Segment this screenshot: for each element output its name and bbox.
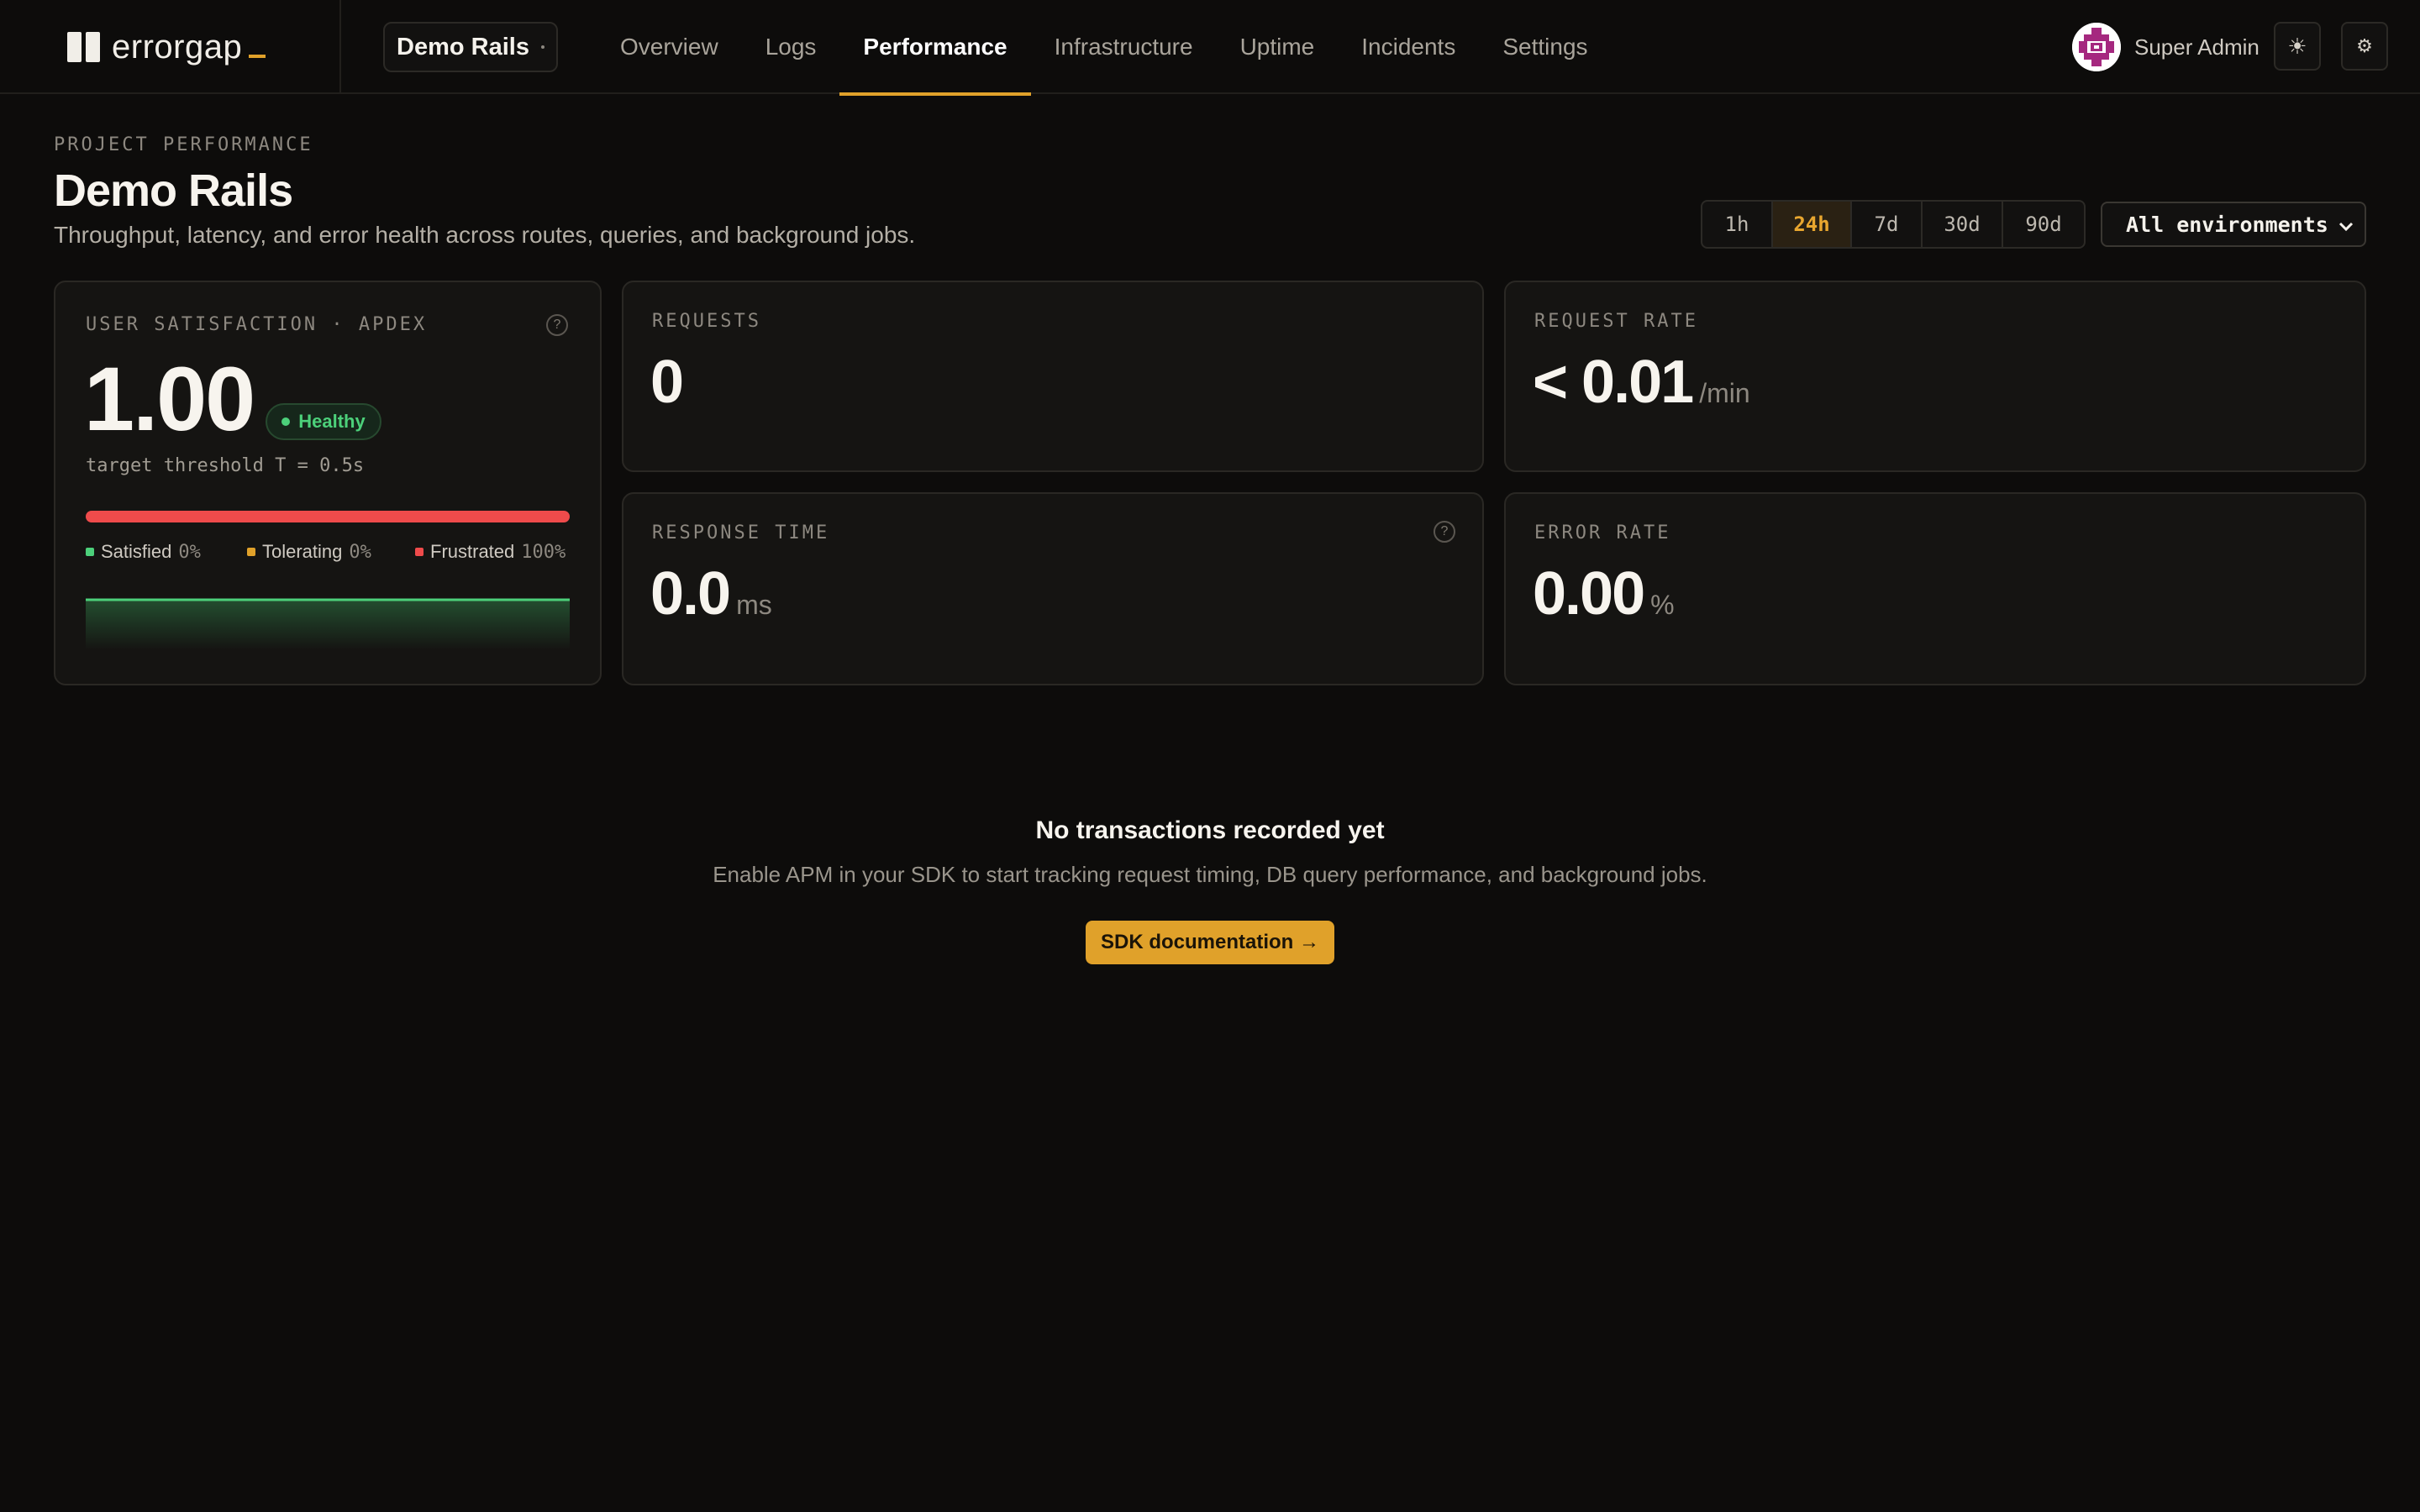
page-eyebrow: PROJECT PERFORMANCE	[54, 134, 313, 155]
gear-icon: ⚙	[2356, 35, 2373, 56]
sun-icon: ☀	[2287, 33, 2307, 59]
error-rate-label: ERROR RATE	[1534, 522, 1671, 543]
status-badge: Healthy	[266, 403, 381, 440]
brand-name: errorgap	[112, 28, 243, 66]
environment-select-value: All environments	[2126, 212, 2328, 237]
error-rate-value: 0.00%	[1533, 559, 1675, 628]
status-badge-label: Healthy	[298, 411, 366, 432]
empty-state-subtitle: Enable APM in your SDK to start tracking…	[713, 862, 1707, 887]
nav-uptime[interactable]: Uptime	[1217, 0, 1339, 94]
legend-frustrated: Frustrated 100%	[415, 541, 566, 563]
help-icon[interactable]: ?	[1434, 521, 1455, 543]
theme-toggle-button[interactable]: ☀	[2274, 22, 2321, 71]
user-name: Super Admin	[2134, 34, 2260, 60]
response-time-label: RESPONSE TIME	[652, 522, 830, 543]
range-90d[interactable]: 90d	[2003, 202, 2084, 247]
range-1h[interactable]: 1h	[1702, 202, 1773, 247]
brand-cursor	[249, 55, 266, 58]
user-menu[interactable]: Super Admin	[2072, 22, 2260, 72]
top-bar: errorgap Demo Rails Overview Logs Perfor…	[0, 0, 2420, 96]
legend-percent: 100%	[521, 541, 566, 563]
legend-percent: 0%	[178, 541, 201, 563]
request-rate-card: REQUEST RATE < 0.01/min	[1504, 281, 2366, 472]
range-7d[interactable]: 7d	[1852, 202, 1923, 247]
legend-tolerating: Tolerating 0%	[247, 541, 371, 563]
apdex-sparkline	[86, 598, 570, 650]
range-24h[interactable]: 24h	[1773, 202, 1852, 247]
settings-button[interactable]: ⚙	[2341, 22, 2388, 71]
status-dot-icon	[281, 417, 291, 426]
chevron-down-icon	[2338, 222, 2354, 232]
error-rate-unit: %	[1650, 590, 1675, 620]
response-time-card: RESPONSE TIME ? 0.0 ms	[622, 492, 1484, 685]
page-title: Demo Rails	[54, 165, 293, 216]
response-time-unit: ms	[736, 590, 772, 620]
apdex-value: 1.00	[84, 348, 255, 449]
nav-infrastructure[interactable]: Infrastructure	[1031, 0, 1217, 94]
time-range-selector: 1h 24h 7d 30d 90d	[1701, 200, 2086, 249]
request-rate-label: REQUEST RATE	[1534, 311, 1698, 332]
environment-select[interactable]: All environments	[2101, 202, 2366, 247]
request-rate-value: < 0.01/min	[1533, 348, 1750, 417]
main-nav: Overview Logs Performance Infrastructure…	[597, 0, 1612, 96]
apdex-distribution-bar	[86, 511, 570, 522]
nav-incidents[interactable]: Incidents	[1338, 0, 1479, 94]
response-time-value: 0.0 ms	[650, 559, 772, 628]
apdex-threshold: target threshold T = 0.5s	[86, 455, 365, 476]
requests-card: REQUESTS 0	[622, 281, 1484, 472]
legend-swatch	[415, 548, 424, 556]
legend-satisfied: Satisfied 0%	[86, 541, 201, 563]
empty-state-title: No transactions recorded yet	[1035, 816, 1385, 844]
apdex-label: USER SATISFACTION · APDEX	[86, 314, 428, 335]
sdk-documentation-button[interactable]: SDK documentation →	[1086, 921, 1334, 964]
legend-percent: 0%	[349, 541, 371, 563]
nav-logs[interactable]: Logs	[742, 0, 840, 94]
legend-label: Tolerating	[262, 541, 343, 562]
logo-mark-icon	[67, 32, 100, 62]
nav-settings[interactable]: Settings	[1479, 0, 1611, 94]
response-time-number: 0.0	[650, 560, 731, 627]
requests-label: REQUESTS	[652, 311, 761, 332]
request-rate-number: < 0.01	[1533, 349, 1694, 416]
chevron-down-icon	[540, 45, 544, 49]
nav-overview[interactable]: Overview	[597, 0, 742, 94]
range-30d[interactable]: 30d	[1923, 202, 2003, 247]
legend-swatch	[86, 548, 94, 556]
request-rate-unit: /min	[1699, 378, 1750, 408]
legend-swatch	[247, 548, 255, 556]
requests-value: 0	[650, 349, 684, 416]
brand-logo[interactable]: errorgap	[67, 0, 341, 94]
project-switcher-label: Demo Rails	[397, 33, 529, 60]
legend-label: Frustrated	[430, 541, 515, 562]
error-rate-card: ERROR RATE 0.00%	[1504, 492, 2366, 685]
legend-label: Satisfied	[101, 541, 172, 562]
help-icon[interactable]: ?	[546, 314, 568, 336]
error-rate-number: 0.00	[1533, 560, 1645, 627]
page-subtitle: Throughput, latency, and error health ac…	[54, 222, 916, 248]
nav-performance[interactable]: Performance	[839, 0, 1031, 96]
project-switcher[interactable]: Demo Rails	[383, 22, 558, 72]
avatar	[2072, 23, 2121, 71]
